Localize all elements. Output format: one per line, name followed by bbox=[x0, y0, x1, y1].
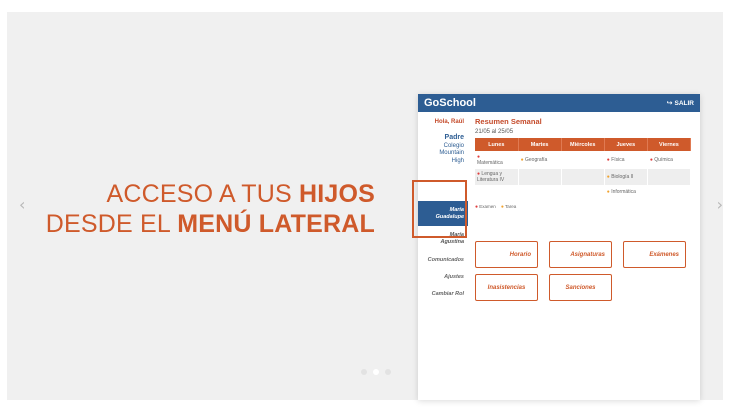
legend-task-label: Tarea bbox=[505, 204, 517, 209]
role-label: Padre bbox=[444, 134, 464, 141]
exam-dot-icon: ● bbox=[649, 157, 653, 163]
task-dot-icon: ● bbox=[606, 188, 610, 195]
table-cell bbox=[475, 185, 519, 198]
headline-line-2: DESDE EL MENÚ LATERAL bbox=[46, 209, 375, 239]
table-cell bbox=[561, 151, 605, 169]
subject: Biología II bbox=[611, 174, 634, 180]
weekly-table: Lunes Martes Miércoles Jueves Viernes ● M… bbox=[475, 138, 692, 198]
greeting: Hola, Raúl bbox=[434, 119, 464, 125]
table-cell: ● Química bbox=[647, 151, 692, 169]
table-cell: ● Física bbox=[604, 151, 648, 169]
chevron-left-icon[interactable]: ‹ bbox=[19, 197, 25, 213]
task-dot-icon: ● bbox=[520, 157, 524, 163]
slider-stage: ‹ › ACCESO A TUS HIJOS DESDE EL MENÚ LAT… bbox=[7, 12, 723, 400]
task-dot-icon: ● bbox=[500, 204, 504, 210]
app-sidebar: Hola, Raúl Padre Colegio Mountain High M… bbox=[418, 112, 468, 400]
subject: Física bbox=[611, 157, 625, 163]
table-cell: ● Geografía bbox=[518, 151, 562, 169]
table-cell: ● Biología II bbox=[604, 169, 648, 185]
subject: Informática bbox=[611, 188, 636, 195]
logout-label: SALIR bbox=[674, 99, 695, 107]
table-cell bbox=[561, 185, 605, 198]
sidebar-item-ajustes[interactable]: Ajustes bbox=[418, 274, 464, 280]
headline-line-1: ACCESO A TUS HIJOS bbox=[46, 179, 375, 209]
table-cell bbox=[518, 185, 562, 198]
card-inasistencias[interactable]: Inasistencias bbox=[475, 274, 538, 301]
table-cell bbox=[518, 169, 562, 185]
table-header: Martes bbox=[518, 138, 562, 151]
slider-dot-active[interactable] bbox=[373, 369, 379, 375]
exam-dot-icon: ● bbox=[475, 204, 479, 210]
sidebar-item-cambiar-rol[interactable]: Cambiar Rol bbox=[418, 291, 464, 297]
school-line: Mountain bbox=[439, 150, 464, 156]
headline-line-2-prefix: DESDE EL bbox=[45, 210, 178, 238]
legend-task: ● Tarea bbox=[501, 204, 516, 210]
summary-date-range: 21/05 al 25/05 bbox=[475, 129, 514, 135]
subject: Geografía bbox=[525, 157, 548, 163]
slider-dot[interactable] bbox=[361, 369, 367, 375]
subject: Matemática bbox=[477, 160, 503, 166]
table-header: Viernes bbox=[647, 138, 692, 151]
exam-dot-icon: ● bbox=[606, 157, 610, 163]
legend-exam-label: Examen bbox=[479, 204, 496, 209]
slider-pagination bbox=[361, 369, 391, 375]
slide-headline: ACCESO A TUS HIJOS DESDE EL MENÚ LATERAL bbox=[46, 179, 375, 239]
card-sanciones[interactable]: Sanciones bbox=[549, 274, 612, 301]
chevron-right-icon[interactable]: › bbox=[717, 197, 723, 213]
task-dot-icon: ● bbox=[606, 174, 610, 180]
headline-line-2-bold: MENÚ LATERAL bbox=[177, 210, 375, 238]
school-line: High bbox=[451, 157, 464, 164]
table-cell bbox=[561, 169, 605, 185]
weekly-summary: Resumen Semanal 21/05 al 25/05 Lunes Mar… bbox=[475, 112, 694, 210]
role-box: Padre Colegio Mountain High bbox=[418, 134, 464, 165]
sidebar-item-comunicados[interactable]: Comunicados bbox=[418, 257, 464, 263]
app-header: GoSchool ↪ SALIR bbox=[418, 94, 700, 112]
quick-links-row-2: Inasistencias Sanciones bbox=[475, 274, 612, 301]
quick-links-row-1: Horario Asignaturas Exámenes bbox=[475, 241, 686, 268]
school-line: Colegio bbox=[443, 142, 464, 149]
headline-line-1-prefix: ACCESO A TUS bbox=[106, 180, 299, 208]
card-asignaturas[interactable]: Asignaturas bbox=[549, 241, 612, 268]
table-row: ● Lengua y Literatura IV ● Biología II bbox=[475, 169, 692, 185]
summary-title: Resumen Semanal bbox=[475, 117, 542, 126]
app-logo: GoSchool bbox=[424, 97, 476, 109]
headline-line-1-bold: HIJOS bbox=[298, 180, 375, 208]
table-cell: ● Lengua y Literatura IV bbox=[475, 169, 519, 185]
card-horario[interactable]: Horario bbox=[475, 241, 538, 268]
table-header: Lunes bbox=[475, 138, 519, 151]
legend-exam: ● Examen bbox=[475, 204, 496, 210]
table-header: Miércoles bbox=[561, 138, 605, 151]
app-mockup: GoSchool ↪ SALIR Hola, Raúl Padre Colegi… bbox=[418, 94, 700, 400]
card-examenes[interactable]: Exámenes bbox=[623, 241, 686, 268]
subject: Lengua y Literatura IV bbox=[477, 171, 505, 183]
table-row: ● Informática bbox=[475, 185, 692, 198]
table-header: Jueves bbox=[604, 138, 648, 151]
table-cell: ● Informática bbox=[604, 185, 648, 198]
table-cell: ● Matemática bbox=[475, 151, 519, 169]
logout-button[interactable]: ↪ SALIR bbox=[667, 99, 694, 107]
subject: Química bbox=[654, 157, 673, 163]
logout-icon: ↪ bbox=[666, 99, 673, 107]
sidebar-highlight-frame bbox=[412, 180, 467, 238]
table-cell bbox=[647, 185, 692, 198]
table-legend: ● Examen ● Tarea bbox=[475, 204, 694, 210]
table-header-row: Lunes Martes Miércoles Jueves Viernes bbox=[475, 138, 692, 151]
table-cell bbox=[647, 169, 692, 185]
child-last-name: Agustina bbox=[440, 238, 464, 245]
table-row: ● Matemática ● Geografía ● Física ● Quími… bbox=[475, 151, 692, 169]
slider-dot[interactable] bbox=[385, 369, 391, 375]
